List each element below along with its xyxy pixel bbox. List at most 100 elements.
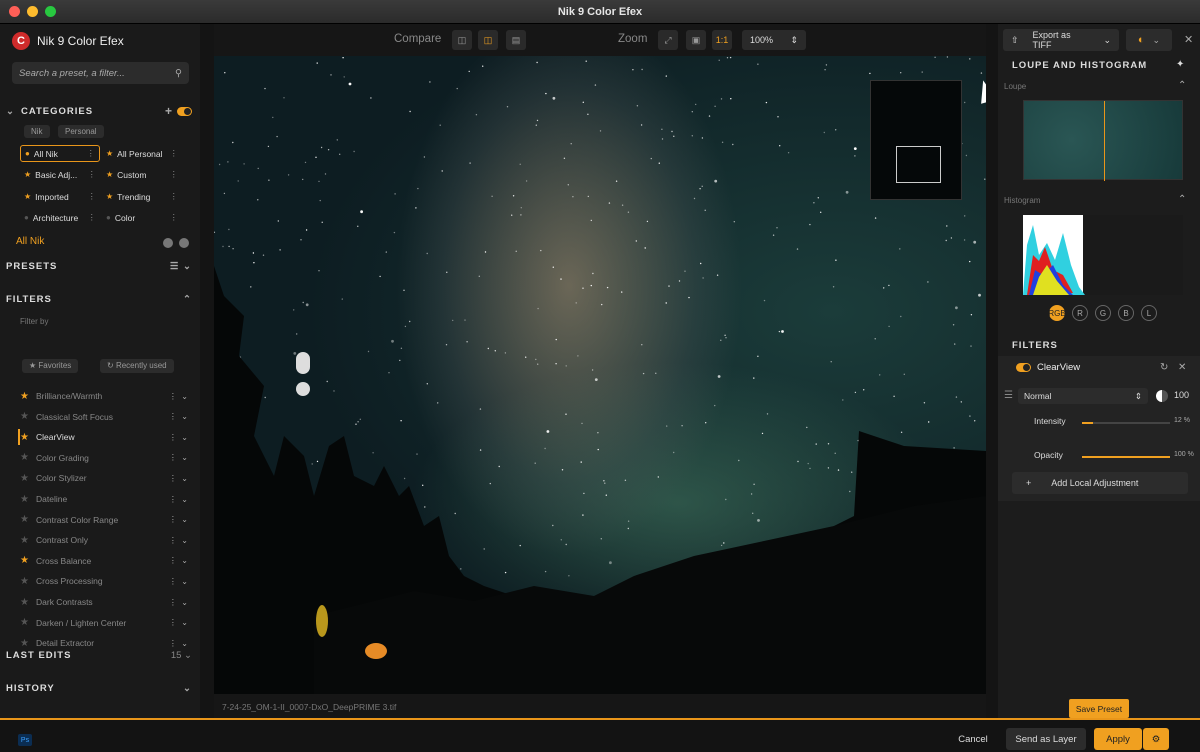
- pin-icon[interactable]: ✦: [1176, 59, 1184, 70]
- filter-item[interactable]: ★ Dark Contrasts ⋮ ⌄: [20, 592, 190, 612]
- send-as-layer-button[interactable]: Send as Layer: [1006, 728, 1086, 750]
- zoom-one-to-one-button[interactable]: 1:1: [712, 30, 732, 50]
- channel-button[interactable]: G: [1095, 305, 1111, 321]
- more-icon[interactable]: ⋮: [88, 212, 97, 223]
- intensity-slider[interactable]: [1082, 422, 1170, 424]
- categories-header[interactable]: ⌄ CATEGORIES +: [6, 104, 192, 118]
- filter-item[interactable]: ★ Dateline ⋮ ⌄: [20, 489, 190, 509]
- category-imported[interactable]: ★ Imported ⋮: [20, 188, 100, 205]
- chip-nik[interactable]: Nik: [24, 125, 50, 138]
- opacity-slider[interactable]: [1082, 456, 1170, 458]
- favorite-star-icon[interactable]: ★: [20, 617, 36, 628]
- close-window-button[interactable]: [9, 6, 20, 17]
- list-view-icon[interactable]: ☰ ⌄: [170, 261, 192, 272]
- category-all-nik[interactable]: ● All Nik ⋮: [20, 145, 100, 162]
- add-icon[interactable]: [163, 238, 173, 248]
- remove-filter-icon[interactable]: ✕: [1178, 362, 1186, 373]
- chip-personal[interactable]: Personal: [58, 125, 104, 138]
- fill-screen-icon[interactable]: ▣: [686, 30, 706, 50]
- filter-item[interactable]: ★ Brilliance/Warmth ⋮ ⌄: [20, 386, 190, 406]
- minimize-window-button[interactable]: [27, 6, 38, 17]
- favorite-star-icon[interactable]: ★: [20, 494, 36, 505]
- zoom-select[interactable]: 100% ⇕: [742, 30, 806, 50]
- favorite-star-icon[interactable]: ★: [20, 535, 36, 546]
- filter-item-actions[interactable]: ⋮ ⌄: [169, 474, 188, 483]
- chevron-down-icon[interactable]: ⌄: [184, 650, 192, 661]
- filter-item-actions[interactable]: ⋮ ⌄: [169, 412, 188, 421]
- favorites-chip[interactable]: ★ Favorites: [22, 359, 79, 373]
- filter-item-actions[interactable]: ⋮ ⌄: [169, 598, 188, 607]
- filter-item-actions[interactable]: ⋮ ⌄: [169, 515, 188, 524]
- categories-toggle[interactable]: [177, 106, 192, 116]
- chevron-up-icon[interactable]: ⌃: [1178, 194, 1186, 205]
- cancel-button[interactable]: Cancel: [948, 728, 998, 750]
- favorite-star-icon[interactable]: ★: [20, 514, 36, 525]
- favorite-star-icon[interactable]: ★: [20, 555, 36, 566]
- favorite-star-icon[interactable]: ★: [20, 411, 36, 422]
- favorite-star-icon[interactable]: ★: [20, 638, 36, 649]
- filter-item[interactable]: ★ Color Stylizer ⋮ ⌄: [20, 468, 190, 488]
- filter-item[interactable]: ★ Cross Processing ⋮ ⌄: [20, 571, 190, 591]
- chevron-down-icon[interactable]: ⌄: [183, 683, 192, 694]
- filter-item[interactable]: ★ Contrast Color Range ⋮ ⌄: [20, 510, 190, 530]
- compare-vertical-icon[interactable]: ▤: [506, 30, 526, 50]
- export-button[interactable]: ⇧ Export as TIFF ⌄: [1003, 29, 1119, 51]
- filter-item[interactable]: ★ Color Grading ⋮ ⌄: [20, 448, 190, 468]
- filter-enable-toggle[interactable]: [1016, 363, 1031, 372]
- category-architecture[interactable]: ● Architecture ⋮: [20, 209, 100, 226]
- filter-item-actions[interactable]: ⋮ ⌄: [169, 392, 188, 401]
- last-edits-header[interactable]: LAST EDITS 15 ⌄: [6, 650, 192, 661]
- filter-item-actions[interactable]: ⋮ ⌄: [169, 577, 188, 586]
- more-icon[interactable]: ⋮: [170, 212, 179, 223]
- apply-options-icon[interactable]: ⚙: [1143, 728, 1169, 750]
- more-icon[interactable]: ⋮: [88, 169, 97, 180]
- filter-item-actions[interactable]: ⋮ ⌄: [169, 556, 188, 565]
- category-color[interactable]: ● Color ⋮: [102, 209, 182, 226]
- category-trending[interactable]: ★ Trending ⋮: [102, 188, 182, 205]
- before-after-slider[interactable]: [296, 352, 310, 374]
- channel-button[interactable]: B: [1118, 305, 1134, 321]
- more-icon[interactable]: ⋮: [170, 169, 179, 180]
- search-icon[interactable]: ⚲: [175, 68, 182, 79]
- blend-mode-select[interactable]: Normal ⇕: [1018, 388, 1148, 404]
- favorite-star-icon[interactable]: ★: [20, 473, 36, 484]
- preview-toggle-button[interactable]: ◐ ⌄: [1126, 29, 1172, 51]
- photoshop-icon[interactable]: Ps: [18, 734, 32, 746]
- category-basic-adjustments[interactable]: ★ Basic Adj... ⋮: [20, 166, 100, 183]
- filter-item-actions[interactable]: ⋮ ⌄: [169, 536, 188, 545]
- filter-item[interactable]: ★ Cross Balance ⋮ ⌄: [20, 551, 190, 571]
- filter-item[interactable]: ★ Darken / Lighten Center ⋮ ⌄: [20, 613, 190, 633]
- presets-header[interactable]: PRESETS ☰ ⌄: [6, 261, 192, 272]
- control-point-handle[interactable]: [296, 382, 310, 396]
- filter-item-actions[interactable]: ⋮ ⌄: [169, 453, 188, 462]
- chevron-up-icon[interactable]: ⌃: [1178, 80, 1186, 91]
- favorite-star-icon[interactable]: ★: [20, 391, 36, 402]
- navigator-thumbnail[interactable]: [870, 80, 962, 200]
- filter-item[interactable]: ★ Classical Soft Focus ⋮ ⌄: [20, 407, 190, 427]
- category-custom[interactable]: ★ Custom ⋮: [102, 166, 182, 183]
- compare-split-icon[interactable]: ◫: [452, 30, 472, 50]
- more-icon[interactable]: ⋮: [170, 191, 179, 202]
- apply-button[interactable]: Apply: [1094, 728, 1142, 750]
- search-input[interactable]: Search a preset, a filter... ⚲: [12, 62, 189, 84]
- compare-side-by-side-icon[interactable]: ◫: [478, 30, 498, 50]
- channel-button[interactable]: R: [1072, 305, 1088, 321]
- filter-item-actions[interactable]: ⋮ ⌄: [169, 639, 188, 648]
- more-icon[interactable]: ⋮: [87, 148, 96, 159]
- navigator-viewport[interactable]: [896, 146, 941, 183]
- channel-button[interactable]: RGB: [1048, 305, 1066, 321]
- left-panel-divider[interactable]: [200, 24, 214, 718]
- opacity-number[interactable]: 100: [1174, 390, 1189, 400]
- channel-button[interactable]: L: [1141, 305, 1157, 321]
- recently-used-chip[interactable]: ↻ Recently used: [100, 359, 174, 373]
- add-local-adjustment-button[interactable]: + Add Local Adjustment: [1012, 472, 1188, 494]
- filter-item-actions[interactable]: ⋮ ⌄: [169, 618, 188, 627]
- filters-header[interactable]: FILTERS ⌃: [6, 294, 192, 305]
- save-preset-button[interactable]: Save Preset: [1069, 699, 1129, 718]
- add-category-icon[interactable]: +: [165, 104, 173, 118]
- remove-icon[interactable]: [179, 238, 189, 248]
- more-icon[interactable]: ⋮: [170, 148, 179, 159]
- history-header[interactable]: HISTORY ⌄: [6, 683, 192, 694]
- chevron-down-icon[interactable]: ⌄: [6, 106, 15, 117]
- reset-icon[interactable]: ↻: [1160, 362, 1168, 373]
